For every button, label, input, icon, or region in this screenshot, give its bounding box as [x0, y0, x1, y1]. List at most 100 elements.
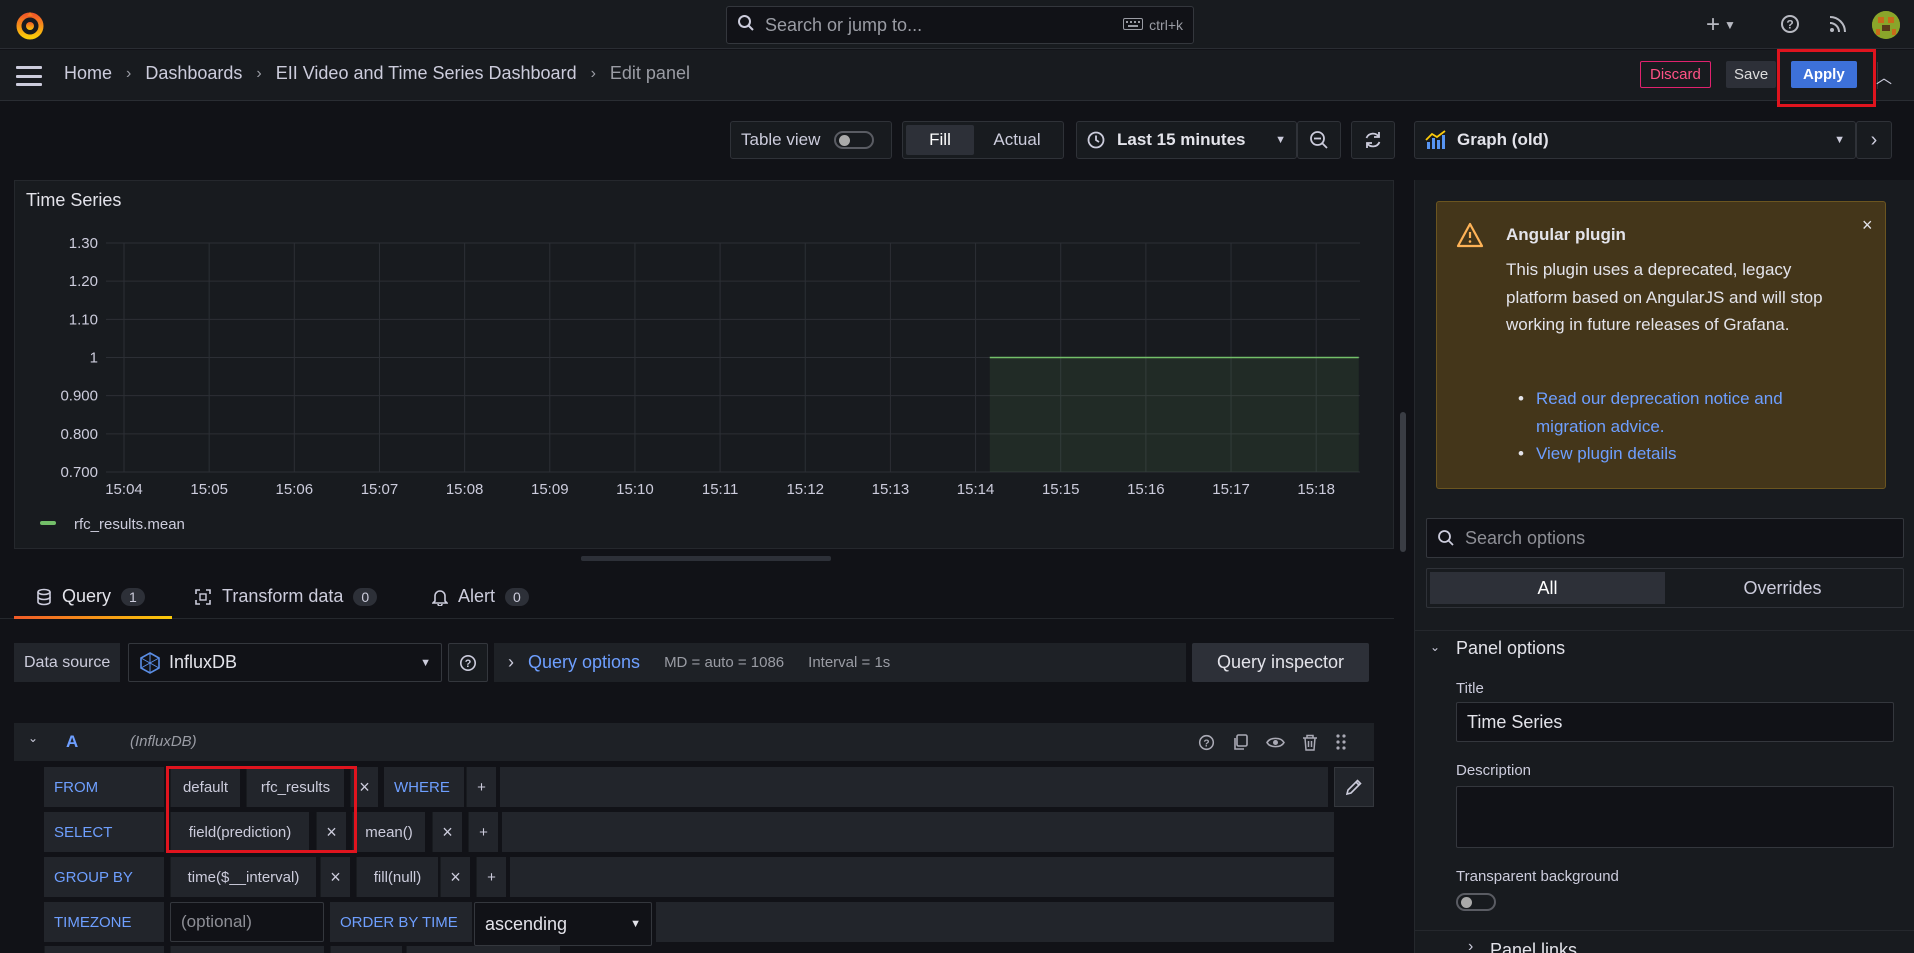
orderby-select[interactable]: ascending ▼ — [474, 902, 652, 946]
y-tick-label: 0.800 — [60, 426, 98, 443]
groupby-fill[interactable]: fill(null) — [356, 857, 438, 897]
refresh-button[interactable] — [1351, 121, 1395, 159]
next-row — [406, 946, 560, 953]
datasource-picker[interactable]: InfluxDB ▼ — [128, 643, 442, 682]
search-icon — [1438, 530, 1454, 546]
chevron-right-icon: › — [1870, 128, 1878, 151]
max-datapoints-info: MD = auto = 1086 — [664, 654, 785, 671]
query-ref[interactable]: A — [66, 732, 78, 752]
fill-actual-group: Fill Actual — [902, 121, 1064, 159]
chevron-right-icon: › — [126, 64, 132, 82]
table-view-toggle[interactable]: Table view — [730, 121, 892, 159]
chevron-up-icon[interactable]: ︿ — [1876, 64, 1892, 88]
groupby-time[interactable]: time($__interval) — [170, 857, 316, 897]
menu-icon[interactable] — [16, 66, 42, 86]
legend-label: rfc_results.mean — [74, 516, 185, 533]
tab-transform[interactable]: Transform data 0 — [194, 586, 378, 607]
search-options-input[interactable]: Search options — [1426, 518, 1904, 558]
panel-options-header[interactable]: Panel options — [1456, 638, 1565, 659]
search-placeholder: Search or jump to... — [765, 14, 923, 35]
database-icon — [37, 588, 51, 605]
chevron-down-icon[interactable]: ⌄ — [1430, 640, 1440, 654]
tab-query-label: Query — [62, 586, 112, 606]
where-label[interactable]: WHERE — [384, 767, 464, 807]
plugin-details-link[interactable]: • View plugin details — [1518, 440, 1846, 468]
help-button[interactable]: ? — [1780, 14, 1800, 39]
query-options-label[interactable]: Query options — [528, 652, 640, 673]
close-icon[interactable]: × — [1862, 215, 1873, 236]
chevron-down-icon[interactable]: ⌄ — [28, 731, 38, 745]
breadcrumb-dashboards[interactable]: Dashboards — [145, 63, 242, 84]
panel-links-header[interactable]: Panel links — [1490, 940, 1577, 953]
remove-fill-button[interactable]: × — [440, 857, 470, 897]
tab-overrides[interactable]: Overrides — [1665, 572, 1900, 604]
from-label: FROM — [44, 767, 164, 807]
tab-query[interactable]: Query 1 — [36, 586, 145, 607]
pencil-icon — [1345, 779, 1362, 796]
drag-handle-icon[interactable] — [1335, 733, 1347, 751]
fill-button[interactable]: Fill — [906, 125, 974, 155]
tab-alert[interactable]: Alert 0 — [432, 586, 529, 607]
datasource-label: Data source — [14, 643, 120, 682]
trash-icon[interactable] — [1302, 734, 1318, 751]
deprecation-link[interactable]: • Read our deprecation notice and migrati… — [1518, 385, 1846, 440]
warning-text: This plugin uses a deprecated, legacy pl… — [1506, 260, 1823, 334]
groupby-label: GROUP BY — [44, 857, 164, 897]
breadcrumb-home[interactable]: Home — [64, 63, 112, 84]
breadcrumb-dashboard[interactable]: EII Video and Time Series Dashboard — [276, 63, 577, 84]
help-icon: ? — [459, 654, 477, 671]
x-tick-label: 15:14 — [957, 481, 995, 498]
y-tick-label: 0.900 — [60, 388, 98, 405]
help-icon[interactable]: ? — [1198, 734, 1215, 751]
query-options-bar[interactable]: › Query options MD = auto = 1086 Interva… — [494, 643, 1186, 682]
actual-button[interactable]: Actual — [974, 125, 1060, 155]
avatar[interactable] — [1872, 11, 1900, 39]
select-function[interactable]: mean() — [352, 812, 425, 852]
new-menu-button[interactable]: + ▼ — [1706, 11, 1736, 39]
news-button[interactable] — [1828, 14, 1848, 39]
datasource-help-button[interactable]: ? — [448, 643, 488, 682]
eye-icon[interactable] — [1266, 734, 1285, 751]
add-groupby-button[interactable]: + — [476, 857, 506, 897]
timezone-input[interactable]: (optional) — [170, 902, 324, 942]
scrollbar[interactable] — [1400, 412, 1406, 552]
description-input[interactable] — [1456, 786, 1894, 848]
zoom-out-button[interactable] — [1297, 121, 1341, 159]
discard-button[interactable]: Discard — [1640, 61, 1711, 88]
from-row-fill — [500, 767, 1328, 807]
add-select-button[interactable]: + — [468, 812, 498, 852]
save-button[interactable]: Save — [1726, 61, 1777, 88]
resize-handle[interactable] — [581, 556, 831, 561]
visualization-label: Graph (old) — [1457, 130, 1549, 149]
y-tick-label: 1.10 — [69, 311, 98, 328]
edit-raw-query-button[interactable] — [1334, 767, 1374, 807]
query-row-header — [14, 723, 1374, 761]
refresh-icon — [1365, 132, 1381, 148]
tab-alert-count: 0 — [505, 587, 529, 606]
time-range-picker[interactable]: Last 15 minutes ▼ — [1076, 121, 1297, 159]
remove-groupby-time-button[interactable]: × — [320, 857, 350, 897]
grafana-logo-icon[interactable] — [14, 10, 48, 40]
expand-options-button[interactable]: › — [1856, 121, 1892, 159]
add-where-button[interactable]: + — [466, 767, 496, 807]
toggle-switch[interactable] — [834, 131, 875, 149]
duplicate-icon[interactable] — [1232, 733, 1249, 751]
transparent-toggle[interactable] — [1456, 893, 1496, 911]
query-inspector-button[interactable]: Query inspector — [1192, 643, 1369, 682]
tab-all[interactable]: All — [1430, 572, 1665, 604]
remove-function-button[interactable]: × — [432, 812, 462, 852]
y-tick-label: 1.30 — [69, 235, 98, 252]
y-tick-label: 1.20 — [69, 273, 98, 290]
transparent-label: Transparent background — [1456, 868, 1619, 885]
panel-title: Time Series — [26, 190, 122, 210]
chevron-right-icon[interactable]: › — [1468, 938, 1473, 953]
x-tick-label: 15:11 — [702, 481, 738, 498]
chevron-down-icon: ▼ — [1275, 134, 1286, 146]
search-icon — [737, 14, 755, 37]
x-tick-label: 15:16 — [1127, 481, 1165, 498]
title-input[interactable]: Time Series — [1456, 702, 1894, 742]
search-input[interactable]: Search or jump to... ctrl+k — [726, 6, 1194, 44]
select-label: SELECT — [44, 812, 164, 852]
time-series-chart: 1.30 1.20 1.10 1 0.900 0.800 0.700 15:04 15:05 15… — [14, 225, 1394, 545]
visualization-picker[interactable]: Graph (old) ▼ — [1414, 121, 1856, 159]
